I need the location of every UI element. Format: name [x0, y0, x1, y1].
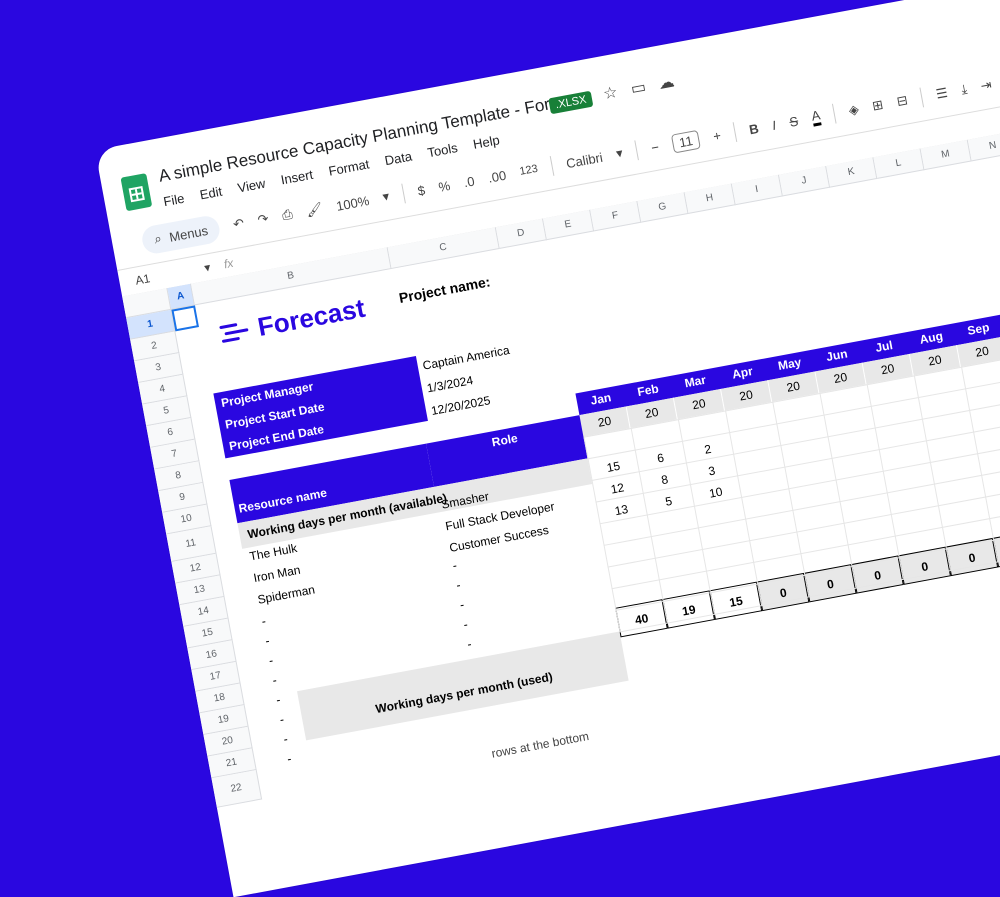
days-cell[interactable]: 3 — [687, 460, 737, 483]
gridline — [961, 366, 999, 562]
print-icon[interactable]: ⎙ — [281, 206, 294, 224]
font-size-input[interactable]: 11 — [670, 129, 702, 154]
gridline — [819, 392, 857, 588]
toolbar-divider — [832, 103, 837, 124]
borders-icon[interactable]: ⊞ — [871, 97, 885, 115]
menu-tools[interactable]: Tools — [426, 140, 459, 160]
days-cell[interactable]: 13 — [597, 499, 647, 522]
text-color-button[interactable]: A — [810, 107, 822, 127]
percent-format-button[interactable]: % — [437, 178, 451, 195]
menus-search-button[interactable]: ⌕ Menus — [139, 213, 223, 256]
resource-name-cell[interactable]: Spiderman — [256, 582, 316, 606]
days-cell[interactable]: 12 — [593, 477, 643, 500]
font-size-decrease-button[interactable]: − — [650, 139, 660, 155]
spreadsheet-window: A simple Resource Capacity Planning Temp… — [95, 0, 1000, 897]
resource-name-cell[interactable]: Iron Man — [252, 563, 301, 585]
empty-dash-cell[interactable]: - — [271, 673, 277, 687]
toolbar-divider — [549, 156, 555, 176]
increase-decimal-button[interactable]: .00 — [487, 167, 508, 185]
empty-dash-cell[interactable]: - — [260, 614, 266, 628]
empty-dash-cell[interactable]: - — [275, 693, 281, 707]
search-icon: ⌕ — [152, 230, 163, 247]
bold-button[interactable]: B — [748, 120, 760, 136]
empty-dash-cell[interactable]: - — [268, 653, 274, 667]
empty-dash-cell[interactable]: - — [466, 637, 472, 651]
merge-cells-icon[interactable]: ⊟ — [895, 92, 909, 110]
fill-color-icon[interactable]: ◈ — [847, 101, 860, 119]
used-days-label: Working days per month (used) — [297, 631, 629, 741]
menu-insert[interactable]: Insert — [280, 167, 315, 188]
strikethrough-button[interactable]: S — [788, 113, 799, 129]
font-chevron-down-icon[interactable]: ▾ — [615, 145, 624, 162]
selected-cell-a1[interactable] — [171, 305, 199, 332]
bottom-note: rows at the bottom — [490, 728, 591, 761]
forecast-logo-text: Forecast — [255, 292, 368, 343]
toolbar-divider — [919, 87, 925, 108]
decrease-decimal-button[interactable]: .0 — [462, 173, 475, 190]
project-start-date-value[interactable]: 1/3/2024 — [426, 373, 474, 395]
menu-help[interactable]: Help — [472, 132, 501, 152]
text-wrap-icon[interactable]: ⇥ — [979, 77, 993, 95]
align-vertical-icon[interactable]: ⤓ — [960, 81, 969, 98]
menu-file[interactable]: File — [162, 191, 185, 210]
toolbar-divider — [634, 140, 640, 161]
gridline — [725, 410, 763, 606]
forecast-logo-icon — [219, 321, 250, 344]
gridline — [913, 375, 951, 571]
font-size-increase-button[interactable]: + — [712, 127, 722, 143]
toolbar-divider — [732, 122, 738, 143]
project-end-date-value[interactable]: 12/20/2025 — [430, 393, 492, 418]
empty-dash-cell[interactable]: - — [264, 634, 270, 648]
menu-data[interactable]: Data — [383, 148, 413, 168]
cloud-status-icon[interactable]: ☁ — [657, 71, 676, 94]
gridline — [866, 384, 904, 579]
days-cell[interactable]: 10 — [691, 481, 741, 504]
empty-dash-cell[interactable]: - — [286, 752, 292, 766]
italic-button[interactable]: I — [771, 117, 777, 132]
redo-icon[interactable]: ↷ — [256, 211, 270, 229]
project-name-label: Project name: — [397, 273, 492, 306]
number-format-button[interactable]: 123 — [519, 163, 539, 178]
zoom-chevron-down-icon[interactable]: ▾ — [381, 188, 390, 205]
days-cell[interactable]: 8 — [640, 468, 690, 491]
menu-view[interactable]: View — [236, 176, 266, 196]
empty-dash-cell[interactable]: - — [455, 578, 461, 592]
menus-label: Menus — [167, 222, 210, 245]
currency-format-button[interactable]: $ — [416, 182, 426, 198]
days-cell[interactable]: 6 — [636, 447, 686, 470]
move-folder-icon[interactable]: ▭ — [629, 77, 648, 99]
days-cell[interactable]: 5 — [644, 490, 694, 513]
align-horizontal-icon[interactable]: ☰ — [935, 85, 949, 103]
empty-dash-cell[interactable]: - — [462, 617, 468, 631]
days-cell[interactable]: 2 — [683, 438, 733, 461]
gridline — [772, 401, 810, 597]
empty-dash-cell[interactable]: - — [279, 712, 285, 726]
undo-icon[interactable]: ↶ — [232, 215, 246, 233]
empty-dash-cell[interactable]: - — [282, 732, 288, 746]
sheets-logo-icon[interactable] — [120, 173, 153, 212]
empty-dash-cell[interactable]: - — [451, 558, 457, 572]
font-select[interactable]: Calibri — [565, 149, 604, 170]
zoom-select[interactable]: 100% — [335, 193, 370, 214]
star-icon[interactable]: ☆ — [602, 82, 620, 104]
menu-edit[interactable]: Edit — [199, 184, 224, 203]
project-info-labels: Project Manager Project Start Date Proje… — [213, 355, 428, 459]
paint-format-icon[interactable]: 🖌 — [305, 201, 324, 220]
project-manager-value[interactable]: Captain America — [422, 343, 511, 373]
toolbar-divider — [401, 183, 406, 204]
forecast-logo: Forecast — [218, 293, 368, 350]
menu-format[interactable]: Format — [327, 156, 370, 178]
days-cell[interactable]: 15 — [589, 456, 639, 479]
fx-icon: fx — [222, 255, 235, 272]
empty-dash-cell[interactable]: - — [459, 597, 465, 611]
